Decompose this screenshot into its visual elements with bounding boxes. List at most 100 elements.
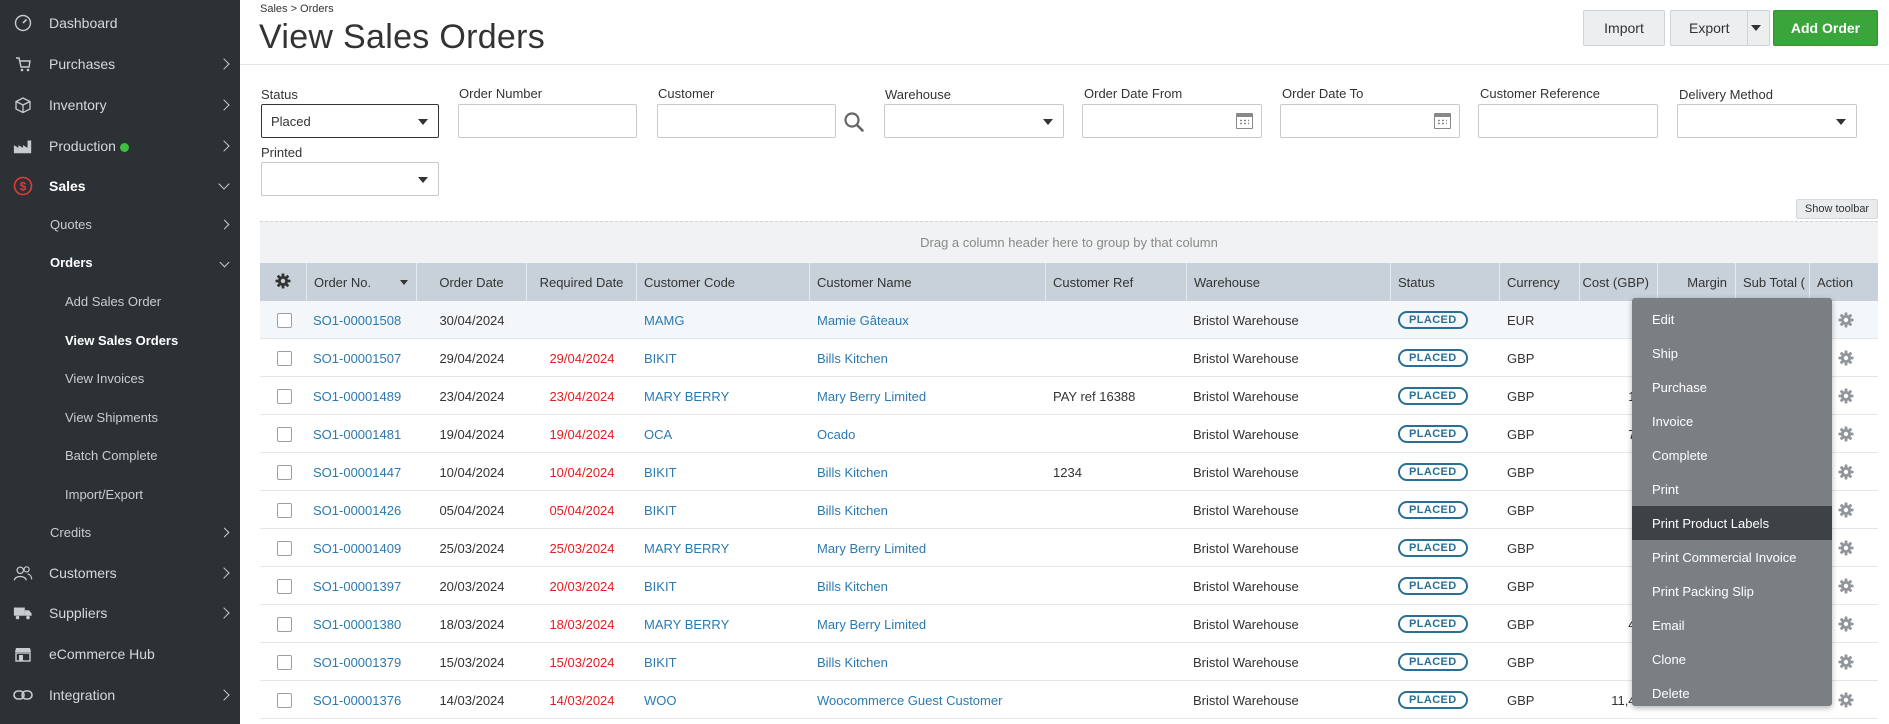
customer-code-link[interactable]: BIKIT — [644, 491, 810, 529]
row-checkbox[interactable] — [277, 503, 292, 518]
nav-add-sales-order[interactable]: Add Sales Order — [0, 283, 240, 319]
customer-name-link[interactable]: Bills Kitchen — [817, 643, 1046, 681]
customer-name-link[interactable]: Mary Berry Limited — [817, 377, 1046, 415]
row-checkbox[interactable] — [277, 351, 292, 366]
customer-name-link[interactable]: Bills Kitchen — [817, 567, 1046, 605]
row-action-gear-icon[interactable] — [1837, 577, 1855, 595]
menu-item-clone[interactable]: Clone — [1632, 642, 1832, 676]
order-no-link[interactable]: SO1-00001489 — [313, 377, 417, 415]
nav-inventory[interactable]: Inventory — [0, 85, 240, 125]
column-header-order-no[interactable]: Order No. — [307, 263, 417, 301]
customer-name-link[interactable]: Bills Kitchen — [817, 339, 1046, 377]
row-checkbox[interactable] — [277, 693, 292, 708]
warehouse-select[interactable] — [884, 104, 1064, 138]
order-no-link[interactable]: SO1-00001447 — [313, 453, 417, 491]
order-no-link[interactable]: SO1-00001380 — [313, 605, 417, 643]
nav-view-shipments[interactable]: View Shipments — [0, 399, 240, 435]
nav-view-invoices[interactable]: View Invoices — [0, 360, 240, 396]
nav-ecommerce-hub[interactable]: eCommerce Hub — [0, 634, 240, 674]
search-icon[interactable] — [843, 111, 865, 133]
customer-code-link[interactable]: MARY BERRY — [644, 605, 810, 643]
customer-code-link[interactable]: BIKIT — [644, 567, 810, 605]
nav-purchases[interactable]: Purchases — [0, 44, 240, 84]
customer-name-link[interactable]: Mary Berry Limited — [817, 605, 1046, 643]
order-date-from-input[interactable] — [1082, 104, 1262, 138]
export-button[interactable]: Export — [1670, 10, 1770, 46]
customer-code-link[interactable]: WOO — [644, 681, 810, 719]
nav-integration[interactable]: Integration — [0, 675, 240, 715]
row-checkbox[interactable] — [277, 579, 292, 594]
menu-item-delete[interactable]: Delete — [1632, 676, 1832, 710]
row-action-gear-icon[interactable] — [1837, 387, 1855, 405]
order-no-link[interactable]: SO1-00001481 — [313, 415, 417, 453]
customer-input[interactable] — [657, 104, 836, 138]
customer-name-link[interactable]: Mary Berry Limited — [817, 529, 1046, 567]
customer-name-link[interactable]: Mamie Gâteaux — [817, 301, 1046, 339]
row-checkbox[interactable] — [277, 541, 292, 556]
customer-code-link[interactable]: BIKIT — [644, 453, 810, 491]
breadcrumb[interactable]: Sales > Orders — [260, 3, 334, 15]
row-checkbox[interactable] — [277, 389, 292, 404]
row-action-gear-icon[interactable] — [1837, 425, 1855, 443]
import-button[interactable]: Import — [1583, 10, 1665, 46]
menu-item-print[interactable]: Print — [1632, 472, 1832, 506]
nav-sales-quotes[interactable]: Quotes — [0, 206, 240, 242]
nav-customers[interactable]: Customers — [0, 553, 240, 593]
nav-sales-orders[interactable]: Orders — [0, 244, 240, 280]
column-header-status[interactable]: Status — [1391, 263, 1500, 301]
column-header-sub-total[interactable]: Sub Total ( — [1736, 263, 1810, 301]
caret-down-icon[interactable] — [1751, 25, 1761, 31]
nav-batch-complete[interactable]: Batch Complete — [0, 437, 240, 473]
customer-name-link[interactable]: Ocado — [817, 415, 1046, 453]
row-action-gear-icon[interactable] — [1837, 311, 1855, 329]
show-toolbar-button[interactable]: Show toolbar — [1796, 199, 1878, 219]
row-action-gear-icon[interactable] — [1837, 349, 1855, 367]
customer-name-link[interactable]: Bills Kitchen — [817, 491, 1046, 529]
menu-item-print-product-labels[interactable]: Print Product Labels — [1632, 506, 1832, 540]
order-date-to-input[interactable] — [1280, 104, 1460, 138]
delivery-method-select[interactable] — [1677, 104, 1857, 138]
customer-code-link[interactable]: OCA — [644, 415, 810, 453]
customer-code-link[interactable]: BIKIT — [644, 643, 810, 681]
row-action-gear-icon[interactable] — [1837, 691, 1855, 709]
nav-production[interactable]: Production — [0, 126, 240, 166]
order-no-link[interactable]: SO1-00001376 — [313, 681, 417, 719]
nav-import-export[interactable]: Import/Export — [0, 476, 240, 512]
customer-name-link[interactable]: Woocommerce Guest Customer — [817, 681, 1046, 719]
column-header-warehouse[interactable]: Warehouse — [1187, 263, 1391, 301]
menu-item-edit[interactable]: Edit — [1632, 302, 1832, 336]
column-header-customer-ref[interactable]: Customer Ref — [1046, 263, 1187, 301]
nav-sales[interactable]: $ Sales — [0, 166, 240, 206]
customer-code-link[interactable]: MARY BERRY — [644, 529, 810, 567]
customer-reference-input[interactable] — [1478, 104, 1658, 138]
row-action-gear-icon[interactable] — [1837, 501, 1855, 519]
menu-item-email[interactable]: Email — [1632, 608, 1832, 642]
order-no-link[interactable]: SO1-00001507 — [313, 339, 417, 377]
order-no-link[interactable]: SO1-00001508 — [313, 301, 417, 339]
column-header-customer-name[interactable]: Customer Name — [810, 263, 1046, 301]
customer-code-link[interactable]: MAMG — [644, 301, 810, 339]
printed-select[interactable] — [261, 162, 439, 196]
column-settings-button[interactable] — [260, 263, 307, 301]
customer-code-link[interactable]: MARY BERRY — [644, 377, 810, 415]
order-no-link[interactable]: SO1-00001426 — [313, 491, 417, 529]
nav-dashboard[interactable]: Dashboard — [0, 3, 240, 43]
row-checkbox[interactable] — [277, 427, 292, 442]
row-checkbox[interactable] — [277, 313, 292, 328]
menu-item-complete[interactable]: Complete — [1632, 438, 1832, 472]
menu-item-invoice[interactable]: Invoice — [1632, 404, 1832, 438]
menu-item-purchase[interactable]: Purchase — [1632, 370, 1832, 404]
column-header-currency[interactable]: Currency — [1500, 263, 1580, 301]
column-header-cost[interactable]: Cost (GBP) — [1580, 263, 1658, 301]
column-header-customer-code[interactable]: Customer Code — [637, 263, 810, 301]
row-checkbox[interactable] — [277, 655, 292, 670]
group-by-drop-zone[interactable]: Drag a column header here to group by th… — [260, 221, 1878, 263]
row-action-gear-icon[interactable] — [1837, 653, 1855, 671]
column-header-margin[interactable]: Margin — [1658, 263, 1736, 301]
row-action-gear-icon[interactable] — [1837, 539, 1855, 557]
order-number-input[interactable] — [458, 104, 637, 138]
menu-item-print-commercial-invoice[interactable]: Print Commercial Invoice — [1632, 540, 1832, 574]
status-select[interactable]: Placed — [261, 104, 439, 138]
nav-sales-credits[interactable]: Credits — [0, 514, 240, 550]
column-header-order-date[interactable]: Order Date — [417, 263, 527, 301]
